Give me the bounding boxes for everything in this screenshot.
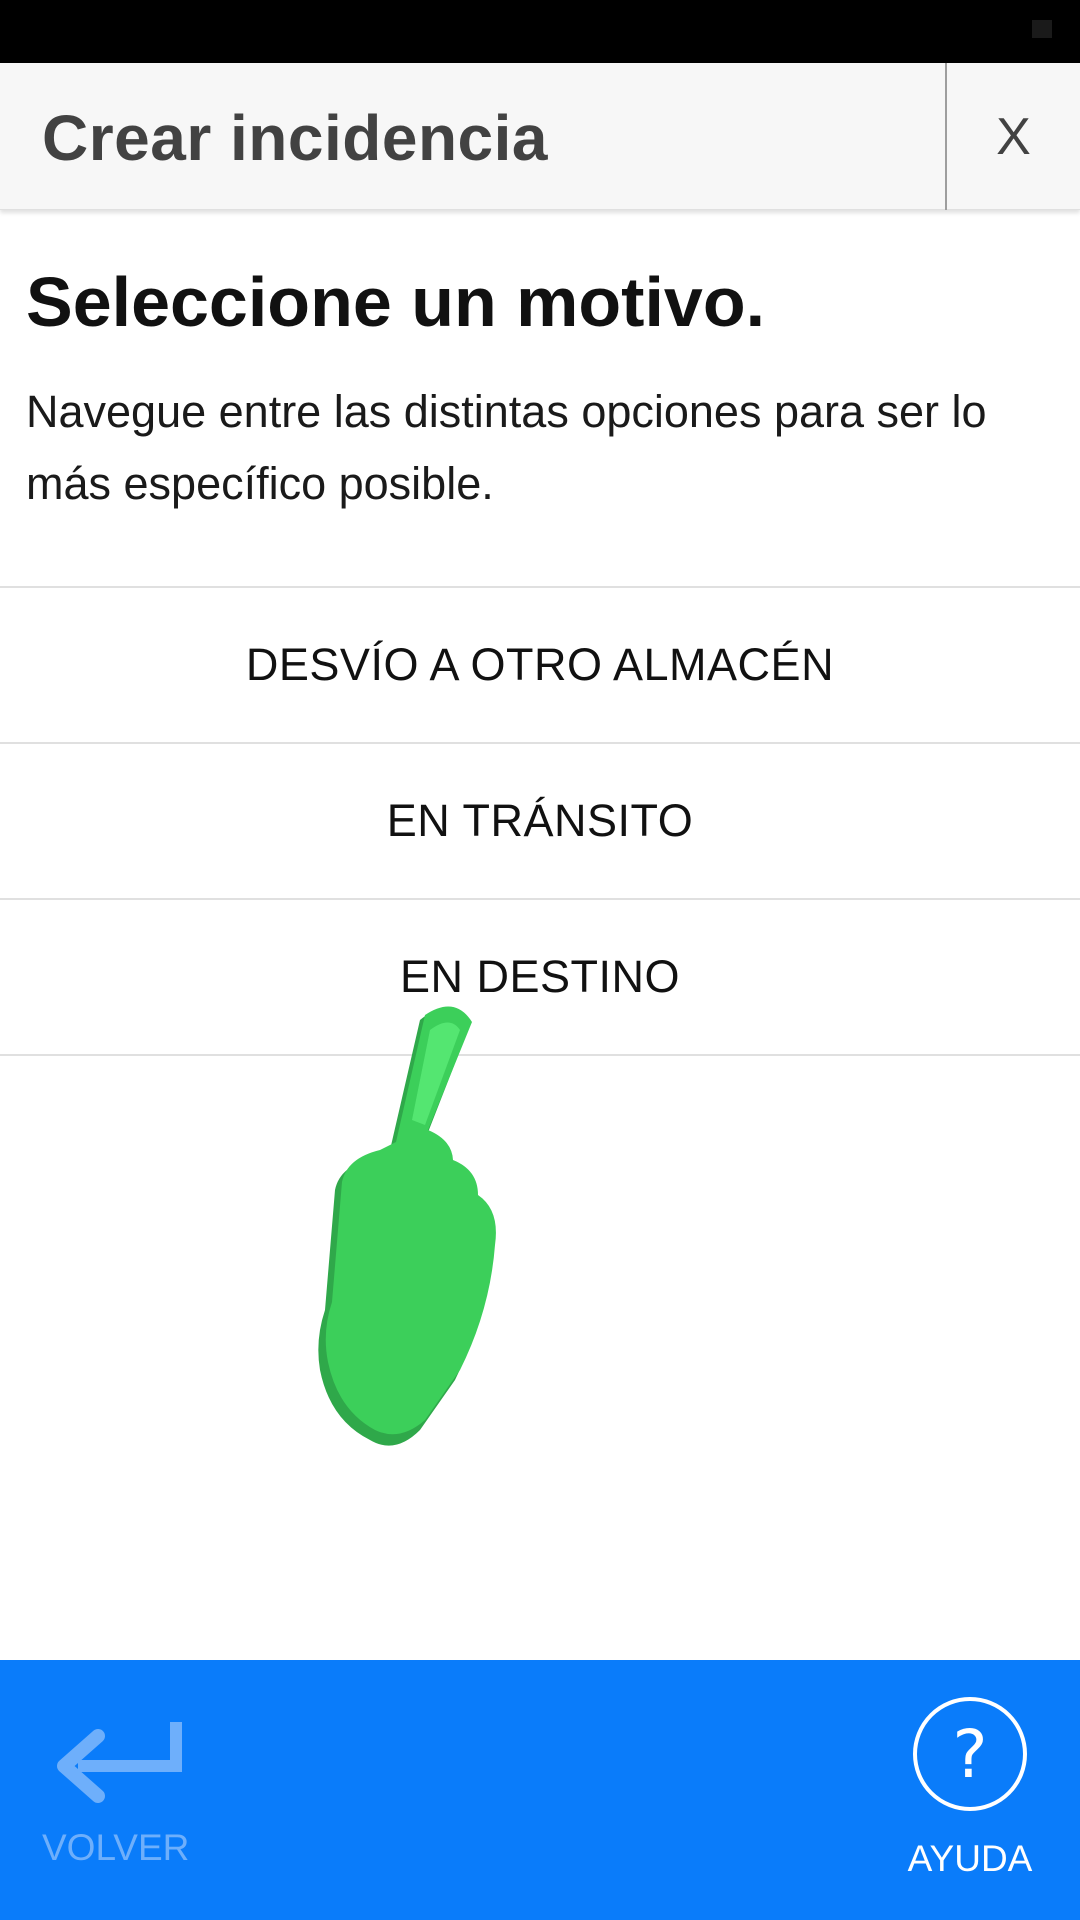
header-bar: Crear incidencia X [0,63,1080,210]
help-button[interactable]: ? AYUDA [895,1695,1045,1895]
option-desvio-otro-almacen[interactable]: DESVÍO A OTRO ALMACÉN [0,588,1080,744]
hand-pointer-icon [318,1006,496,1446]
back-label: VOLVER [42,1827,190,1868]
instruction-text: Navegue entre las distintas opciones par… [26,386,987,509]
reason-options-list: DESVÍO A OTRO ALMACÉN EN TRÁNSITO EN DES… [0,586,1080,1056]
headline: Seleccione un motivo. [26,263,766,341]
status-bar [0,0,1080,63]
option-en-transito[interactable]: EN TRÁNSITO [0,744,1080,900]
svg-text:?: ? [952,1716,987,1793]
question-circle-icon: ? [913,1697,1027,1811]
close-button[interactable]: X [947,63,1080,210]
page-title: Crear incidencia [42,102,548,174]
footer-bar: VOLVER ? AYUDA [0,1660,1080,1920]
help-label: AYUDA [907,1838,1033,1879]
back-button[interactable]: VOLVER [30,1720,200,1890]
status-indicator-icon [1032,20,1052,38]
return-arrow-icon [57,1722,182,1803]
